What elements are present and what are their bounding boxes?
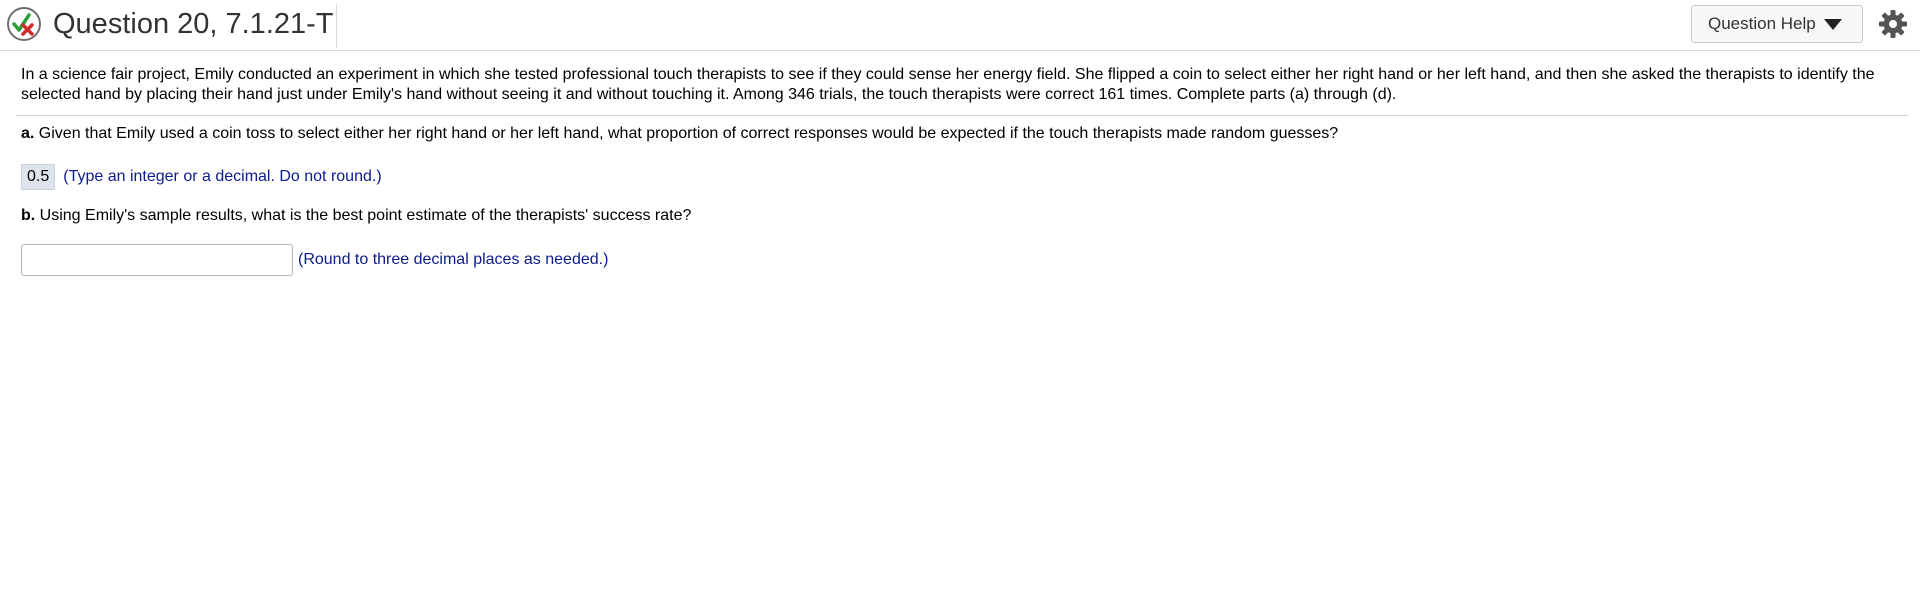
part-b-question: b. Using Emily's sample results, what is… xyxy=(21,206,691,226)
title-divider xyxy=(336,4,337,48)
part-a-question: a. Given that Emily used a coin toss to … xyxy=(21,124,1338,144)
part-a-label: a. xyxy=(21,125,35,142)
question-help-label: Question Help xyxy=(1708,14,1816,33)
question-help-button[interactable]: Question Help xyxy=(1691,5,1863,43)
part-a-answer-row: 0.5 (Type an integer or a decimal. Do no… xyxy=(21,164,382,190)
page-title: Question 20, 7.1.21-T xyxy=(53,8,334,40)
caret-down-icon xyxy=(1823,18,1842,30)
part-b-answer-input[interactable] xyxy=(21,244,293,276)
question-intro: In a science fair project, Emily conduct… xyxy=(21,66,1875,103)
divider xyxy=(16,115,1908,116)
part-b-answer-row: (Round to three decimal places as needed… xyxy=(21,244,608,276)
part-a-hint: (Type an integer or a decimal. Do not ro… xyxy=(63,168,382,185)
gear-icon[interactable] xyxy=(1878,9,1908,39)
part-b-label: b. xyxy=(21,207,36,224)
part-b-text: Using Emily's sample results, what is th… xyxy=(35,207,692,224)
part-b-hint: (Round to three decimal places as needed… xyxy=(298,251,609,268)
partial-correct-icon xyxy=(7,7,41,41)
part-a-text: Given that Emily used a coin toss to sel… xyxy=(34,125,1339,142)
question-header: Question 20, 7.1.21-T Question Help xyxy=(0,0,1920,51)
part-a-answer[interactable]: 0.5 xyxy=(21,164,56,190)
